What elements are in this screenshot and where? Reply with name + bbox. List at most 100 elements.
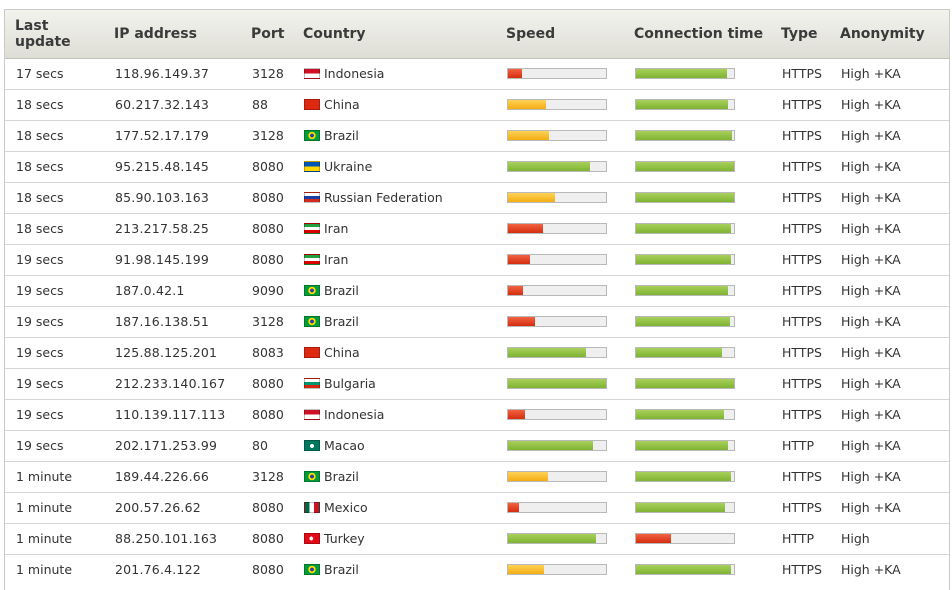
anonymity-cell: High +KA — [830, 181, 949, 213]
column-header-last-update[interactable]: Last update — [5, 10, 104, 59]
country-cell: Brazil — [293, 460, 496, 492]
connection-time-bar — [635, 409, 735, 420]
connection-time-bar — [635, 440, 735, 451]
last-update-cell: 17 secs — [5, 57, 104, 89]
connection-time-bar — [635, 254, 735, 265]
anonymity-cell: High +KA — [830, 336, 949, 368]
type-cell: HTTPS — [771, 88, 830, 120]
table-row[interactable]: 19 secs 187.16.138.51 3128 Brazil HTTPS High … — [5, 305, 949, 337]
speed-bar-fill — [508, 286, 523, 295]
country-name: Brazil — [324, 562, 359, 578]
flag-icon — [304, 223, 320, 234]
flag-icon — [304, 409, 320, 420]
speed-bar-fill — [508, 534, 597, 543]
table-row[interactable]: 18 secs 213.217.58.25 8080 Iran HTTPS High +K… — [5, 212, 949, 244]
country-cell: China — [293, 88, 496, 120]
last-update-cell: 19 secs — [5, 336, 104, 368]
column-header-port[interactable]: Port — [241, 10, 293, 59]
connection-time-bar — [635, 564, 735, 576]
table-row[interactable]: 18 secs 177.52.17.179 3128 Brazil HTTPS High … — [5, 119, 949, 151]
column-header-ip-address[interactable]: IP address — [104, 10, 241, 59]
connection-time-cell — [624, 150, 771, 182]
table-row[interactable]: 19 secs 202.171.253.99 80 Macao HTTP High +KA — [5, 429, 949, 461]
port-cell: 8080 — [241, 243, 293, 275]
column-header-anonymity[interactable]: Anonymity — [830, 10, 949, 59]
speed-cell — [496, 491, 624, 523]
connection-time-bar — [635, 285, 735, 296]
flag-icon — [304, 378, 320, 389]
flag-icon — [304, 192, 320, 203]
country-name: Russian Federation — [324, 190, 443, 205]
speed-bar — [507, 502, 607, 513]
anonymity-cell: High +KA — [830, 274, 949, 306]
flag-icon — [304, 440, 320, 451]
ip-address-cell: 85.90.103.163 — [104, 181, 241, 213]
connection-time-bar-fill — [636, 131, 733, 140]
country-name: Iran — [324, 221, 349, 236]
table-row[interactable]: 18 secs 85.90.103.163 8080 Russian Federati… — [5, 181, 949, 213]
ip-address-cell: 110.139.117.113 — [104, 398, 241, 430]
flag-icon — [304, 564, 320, 576]
table-row[interactable]: 19 secs 91.98.145.199 8080 Iran HTTPS High +K… — [5, 243, 949, 275]
speed-bar-fill — [508, 379, 606, 388]
country-name: Macao — [324, 438, 365, 453]
speed-bar — [507, 285, 607, 296]
anonymity-cell: High +KA — [830, 553, 949, 585]
last-update-cell: 18 secs — [5, 181, 104, 213]
anonymity-cell: High +KA — [830, 429, 949, 461]
last-update-cell: 1 minute — [5, 522, 104, 554]
speed-cell — [496, 243, 624, 275]
table-row[interactable]: 1 minute 201.76.4.122 8080 Brazil HTTPS High … — [5, 553, 949, 585]
ip-address-cell: 60.217.32.143 — [104, 88, 241, 120]
table-row[interactable]: 18 secs 95.215.48.145 8080 Ukraine HTTPS High… — [5, 150, 949, 182]
proxy-table-container: Last update IP address Port Country Spee… — [4, 9, 950, 590]
port-cell: 9090 — [241, 274, 293, 306]
connection-time-bar-fill — [636, 100, 729, 109]
last-update-cell: 18 secs — [5, 212, 104, 244]
flag-icon — [304, 502, 320, 513]
country-cell: Iran — [293, 243, 496, 275]
type-cell: HTTPS — [771, 212, 830, 244]
speed-bar — [507, 533, 607, 544]
type-cell: HTTPS — [771, 367, 830, 399]
table-row[interactable]: 1 minute 200.57.26.62 8080 Mexico HTTPS High … — [5, 491, 949, 523]
column-header-connection-time[interactable]: Connection time — [624, 10, 771, 59]
ip-address-cell: 118.96.149.37 — [104, 57, 241, 89]
table-row[interactable]: 19 secs 125.88.125.201 8083 China HTTPS High … — [5, 336, 949, 368]
connection-time-bar-fill — [636, 162, 734, 171]
table-row[interactable]: 19 secs 212.233.140.167 8080 Bulgaria HTTPS H… — [5, 367, 949, 399]
connection-time-bar — [635, 533, 735, 544]
table-row[interactable]: 1 minute 88.250.101.163 8080 Turkey HTTP High — [5, 522, 949, 554]
speed-cell — [496, 274, 624, 306]
speed-cell — [496, 150, 624, 182]
column-header-speed[interactable]: Speed — [496, 10, 624, 59]
country-cell: Macao — [293, 429, 496, 461]
last-update-cell: 19 secs — [5, 398, 104, 430]
table-row[interactable]: 18 secs 60.217.32.143 88 China HTTPS High +KA — [5, 88, 949, 120]
table-row[interactable]: 19 secs 187.0.42.1 9090 Brazil HTTPS High +KA — [5, 274, 949, 306]
connection-time-cell — [624, 88, 771, 120]
connection-time-bar — [635, 471, 735, 482]
column-header-country[interactable]: Country — [293, 10, 496, 59]
speed-bar — [507, 254, 607, 265]
column-header-type[interactable]: Type — [771, 10, 830, 59]
type-cell: HTTPS — [771, 491, 830, 523]
connection-time-bar — [635, 502, 735, 513]
country-name: Indonesia — [324, 407, 385, 422]
speed-bar — [507, 68, 607, 79]
speed-bar — [507, 471, 607, 482]
type-cell: HTTPS — [771, 274, 830, 306]
speed-cell — [496, 119, 624, 151]
table-row[interactable]: 17 secs 118.96.149.37 3128 Indonesia HTTPS Hi… — [5, 57, 949, 89]
anonymity-cell: High +KA — [830, 119, 949, 151]
table-row[interactable]: 1 minute 189.44.226.66 3128 Brazil HTTPS High… — [5, 460, 949, 492]
speed-bar-fill — [508, 69, 522, 78]
speed-bar — [507, 161, 607, 172]
speed-bar — [507, 440, 607, 451]
speed-cell — [496, 88, 624, 120]
speed-bar — [507, 223, 607, 234]
table-row[interactable]: 19 secs 110.139.117.113 8080 Indonesia HTTPS… — [5, 398, 949, 430]
connection-time-cell — [624, 212, 771, 244]
connection-time-cell — [624, 336, 771, 368]
last-update-cell: 19 secs — [5, 243, 104, 275]
